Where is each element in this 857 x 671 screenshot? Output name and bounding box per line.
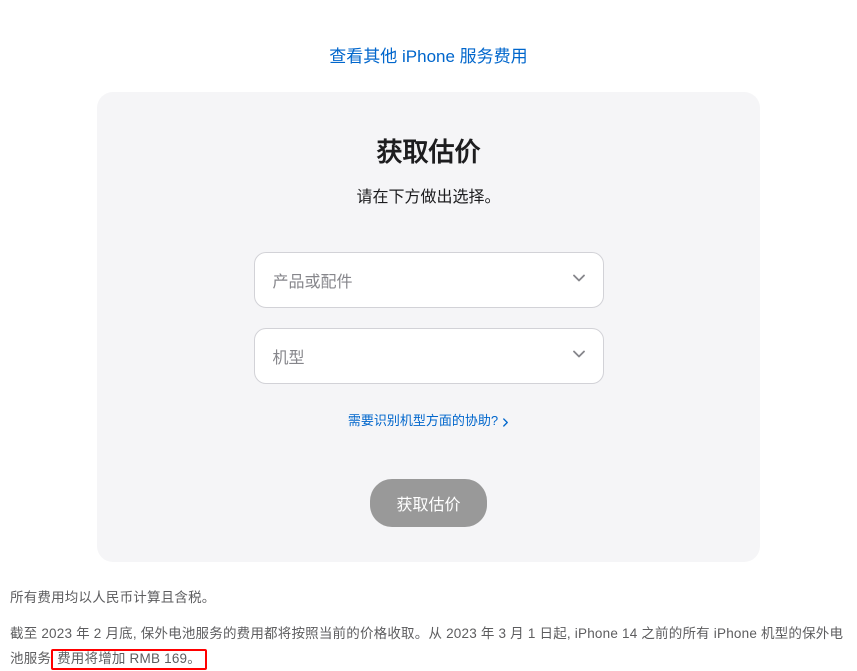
price-increase-highlight: 费用将增加 RMB 169。	[51, 649, 207, 670]
product-select[interactable]: 产品或配件	[254, 252, 604, 308]
submit-container: 获取估价	[97, 479, 760, 527]
chevron-right-icon	[501, 415, 509, 425]
chevron-down-icon	[573, 274, 585, 286]
card-subtitle: 请在下方做出选择。	[97, 183, 760, 207]
help-link-text: 需要识别机型方面的协助?	[348, 410, 498, 429]
footer-line-2: 截至 2023 年 2 月底, 保外电池服务的费用都将按照当前的价格收取。从 2…	[10, 622, 847, 671]
footer-notes: 所有费用均以人民币计算且含税。 截至 2023 年 2 月底, 保外电池服务的费…	[0, 562, 857, 671]
top-link-container: 查看其他 iPhone 服务费用	[0, 0, 857, 92]
footer-line-1: 所有费用均以人民币计算且含税。	[10, 586, 847, 610]
model-select[interactable]: 机型	[254, 328, 604, 384]
model-select-placeholder: 机型	[273, 344, 305, 368]
get-estimate-button[interactable]: 获取估价	[370, 479, 486, 527]
product-select-wrapper: 产品或配件	[254, 252, 604, 308]
other-services-link[interactable]: 查看其他 iPhone 服务费用	[329, 47, 527, 66]
card-title: 获取估价	[97, 132, 760, 169]
estimate-card: 获取估价 请在下方做出选择。 产品或配件 机型 需要识别机型方面的协助? 获取估…	[97, 92, 760, 562]
product-select-placeholder: 产品或配件	[273, 268, 353, 292]
model-select-wrapper: 机型	[254, 328, 604, 384]
chevron-down-icon	[573, 350, 585, 362]
model-help-link[interactable]: 需要识别机型方面的协助?	[348, 410, 509, 429]
